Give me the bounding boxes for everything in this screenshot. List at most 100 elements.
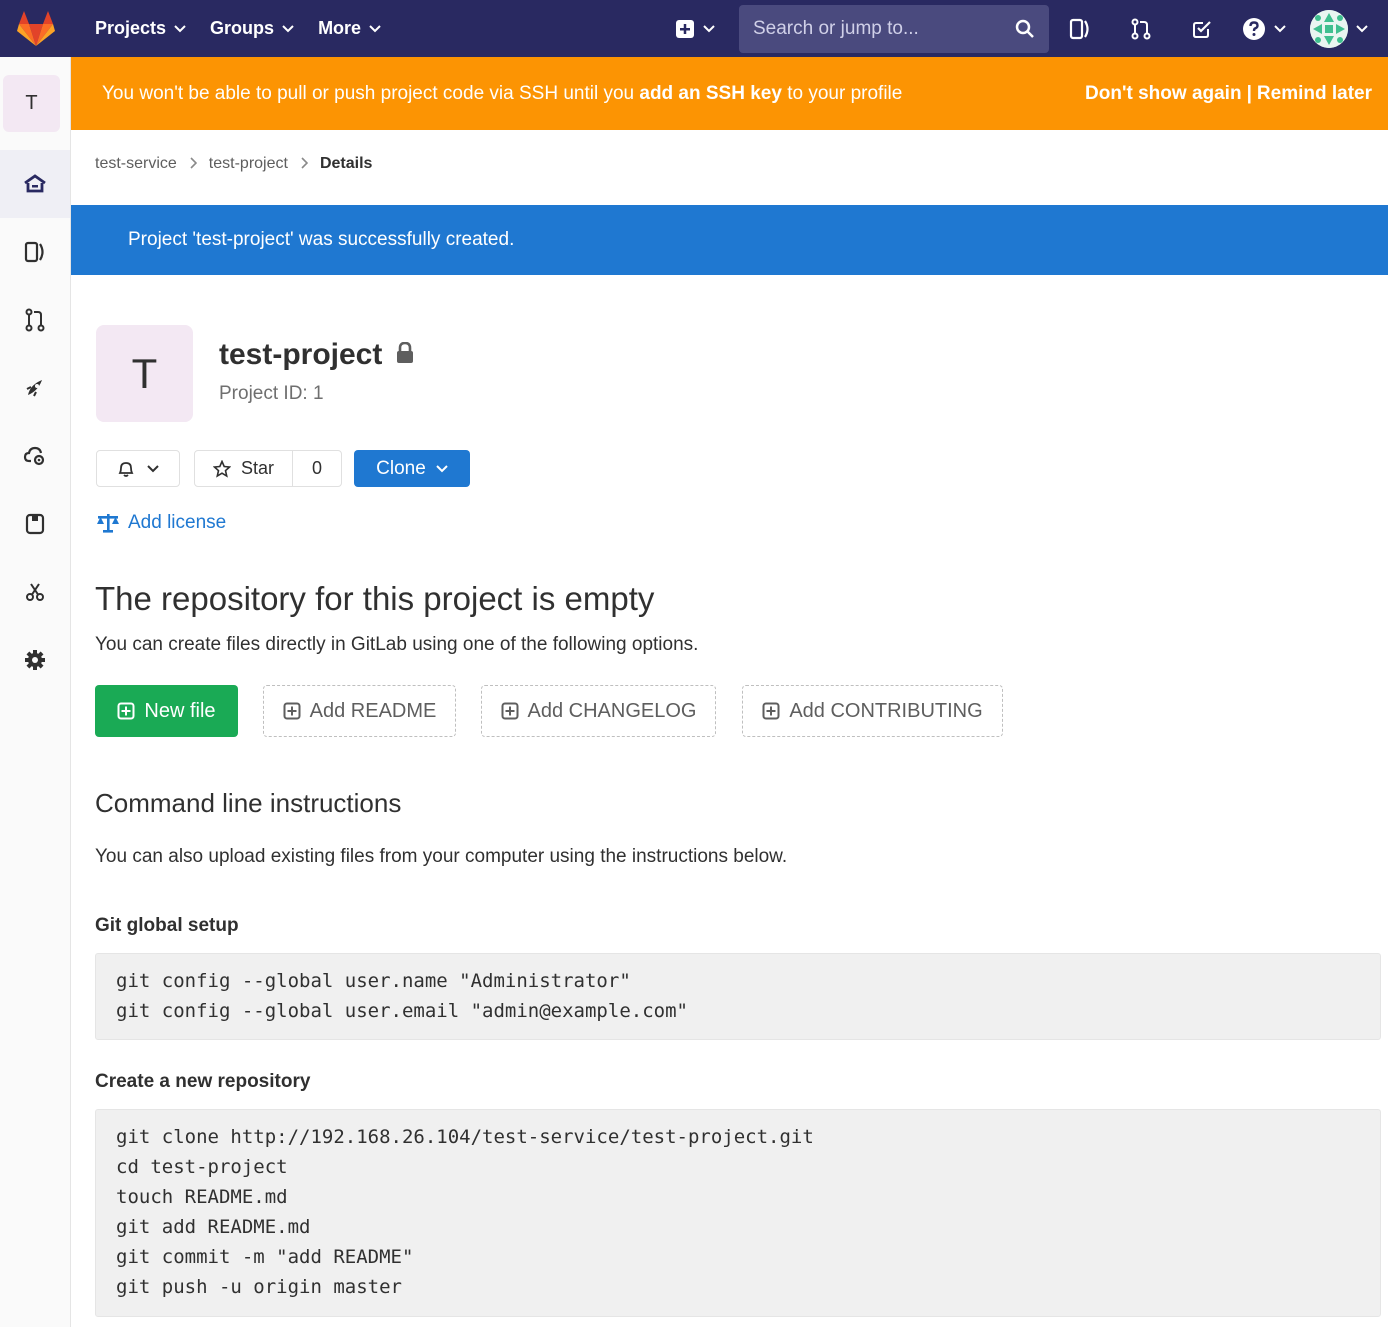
add-license-link[interactable]: Add license — [96, 512, 226, 534]
code-line: git commit -m "add README" — [116, 1246, 414, 1268]
flash-notice: Project 'test-project' was successfully … — [71, 205, 1388, 275]
sidebar-project-initial: T — [25, 92, 38, 114]
sidebar-item-ci-cd[interactable] — [0, 354, 70, 422]
create-new-repo-title: Create a new repository — [95, 1071, 311, 1092]
more-dropdown[interactable]: More — [306, 0, 393, 57]
sidebar-item-operations[interactable] — [0, 422, 70, 490]
chevron-down-icon — [174, 24, 186, 32]
sidebar-item-settings[interactable] — [0, 626, 70, 694]
dont-show-again-link[interactable]: Don't show again — [1085, 83, 1242, 105]
ssh-alert-text-before: You won't be able to pull or push projec… — [102, 82, 640, 104]
search-input[interactable]: Search or jump to... — [739, 4, 1049, 53]
projects-label: Projects — [95, 18, 167, 38]
star-count[interactable]: 0 — [293, 458, 341, 479]
star-button[interactable]: Star — [195, 451, 293, 486]
project-avatar: T — [96, 325, 193, 422]
issues-icon — [24, 241, 44, 263]
ssh-alert-text-after: to your profile — [781, 82, 903, 104]
search-placeholder: Search or jump to... — [753, 17, 919, 39]
lock-icon — [396, 338, 414, 372]
add-readme-button[interactable]: Add README — [263, 685, 456, 737]
create-new-repo-code[interactable]: git clone http://192.168.26.104/test-ser… — [95, 1109, 1381, 1317]
code-line: git push -u origin master — [116, 1276, 402, 1298]
plus-square-icon — [501, 702, 519, 720]
sidebar-item-project-overview[interactable] — [0, 150, 70, 218]
star-label: Star — [240, 458, 274, 478]
rocket-icon — [26, 380, 42, 397]
bell-icon — [118, 461, 134, 477]
star-icon — [212, 459, 231, 478]
todos-button[interactable] — [1171, 0, 1232, 57]
code-line: git config --global user.name "Administr… — [116, 970, 631, 992]
book-icon — [25, 513, 45, 535]
breadcrumb-group-link[interactable]: test-service — [95, 155, 177, 173]
add-changelog-button[interactable]: Add CHANGELOG — [481, 685, 716, 737]
code-line: cd test-project — [116, 1156, 288, 1178]
project-name: test-project — [219, 338, 383, 371]
project-sidebar: T — [0, 57, 71, 1327]
plus-square-icon — [676, 19, 694, 38]
project-avatar-initial: T — [131, 349, 158, 397]
git-global-setup-code[interactable]: git config --global user.name "Administr… — [95, 953, 1381, 1040]
code-line: git add README.md — [116, 1216, 311, 1238]
ssh-alert-separator: | — [1246, 82, 1252, 104]
groups-dropdown[interactable]: Groups — [198, 0, 306, 57]
groups-label: Groups — [210, 18, 275, 38]
sidebar-item-merge-requests[interactable] — [0, 286, 70, 354]
flash-message: Project 'test-project' was successfully … — [128, 229, 515, 250]
clone-dropdown-button[interactable]: Clone — [354, 450, 470, 487]
add-contributing-button[interactable]: Add CONTRIBUTING — [742, 685, 1003, 737]
breadcrumb: test-service test-project Details — [95, 155, 372, 173]
project-id: Project ID: 1 — [219, 383, 324, 404]
breadcrumb-current[interactable]: Details — [320, 155, 372, 173]
add-readme-label: Add README — [309, 699, 437, 722]
add-ssh-key-link[interactable]: add an SSH key — [639, 83, 782, 104]
chevron-down-icon — [282, 24, 294, 32]
merge-request-icon — [1131, 18, 1150, 39]
merge-requests-button[interactable] — [1110, 0, 1171, 57]
new-file-label: New file — [144, 699, 216, 722]
chevron-down-icon — [703, 24, 715, 32]
chevron-down-icon — [369, 24, 381, 32]
chevron-down-icon — [147, 464, 159, 472]
code-line: git clone http://192.168.26.104/test-ser… — [116, 1126, 814, 1148]
search-icon — [1015, 19, 1034, 38]
projects-dropdown[interactable]: Projects — [72, 0, 198, 57]
remind-later-link[interactable]: Remind later — [1257, 83, 1372, 105]
empty-repo-description: You can create files directly in GitLab … — [95, 634, 699, 655]
help-dropdown[interactable] — [1232, 0, 1296, 57]
code-line: git config --global user.email "admin@ex… — [116, 1000, 688, 1022]
new-dropdown-button[interactable] — [661, 0, 729, 57]
breadcrumb-project-link[interactable]: test-project — [209, 155, 288, 173]
sidebar-item-issues[interactable] — [0, 218, 70, 286]
question-icon — [1243, 17, 1265, 40]
todo-check-icon — [1192, 20, 1211, 38]
chevron-down-icon — [1274, 24, 1286, 32]
avatar — [1310, 9, 1348, 48]
issues-button[interactable] — [1049, 0, 1110, 57]
gitlab-logo-icon[interactable] — [0, 0, 72, 57]
new-file-button[interactable]: New file — [95, 685, 238, 737]
clone-label: Clone — [376, 457, 426, 479]
cli-instructions-description: You can also upload existing files from … — [95, 846, 788, 867]
more-label: More — [318, 18, 362, 38]
home-icon — [24, 174, 46, 193]
nav-right: Search or jump to... — [661, 0, 1388, 57]
cli-instructions-title: Command line instructions — [95, 788, 402, 818]
add-contributing-label: Add CONTRIBUTING — [789, 699, 983, 722]
merge-request-icon — [25, 308, 45, 332]
cloud-gear-icon — [23, 446, 45, 466]
git-global-setup-title: Git global setup — [95, 915, 239, 936]
sidebar-project-avatar[interactable]: T — [3, 75, 60, 132]
empty-repo-title: The repository for this project is empty — [95, 580, 655, 617]
add-changelog-label: Add CHANGELOG — [527, 699, 697, 722]
main-menu: Projects Groups More — [72, 0, 393, 57]
notification-dropdown[interactable] — [96, 450, 180, 487]
ssh-alert-actions: Don't show again | Remind later — [1085, 57, 1372, 130]
ssh-alert-text: You won't be able to pull or push projec… — [102, 83, 902, 105]
project-title: test-project — [219, 338, 414, 372]
sidebar-item-snippets[interactable] — [0, 558, 70, 626]
user-menu-dropdown[interactable] — [1296, 0, 1388, 57]
code-line: touch README.md — [116, 1186, 288, 1208]
sidebar-item-wiki[interactable] — [0, 490, 70, 558]
